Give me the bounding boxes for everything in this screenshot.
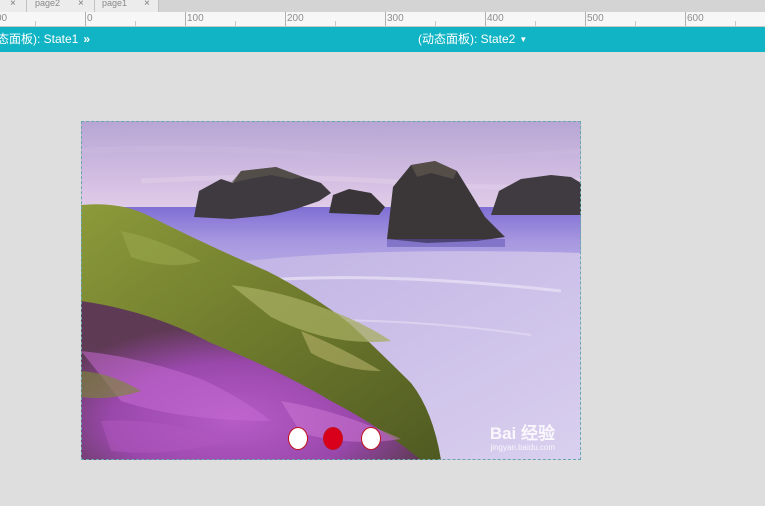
tab-page2[interactable]: page2 × [27,0,95,12]
watermark-logo: Bai 经验 [489,424,555,443]
page-tab-strip: × page2 × page1 × [0,0,765,12]
watermark-url: jingyan.baidu.com [490,443,555,452]
ruler-ticks [35,12,736,26]
coastal-landscape-image [81,121,581,460]
ruler-label: 0 [87,13,93,24]
close-icon[interactable]: × [78,0,84,9]
tab-label: page1 [102,0,128,8]
ruler-label: 00 [0,13,8,24]
slide-dot-1[interactable] [288,427,308,450]
tab-page1[interactable]: page1 × [95,0,159,12]
state1-link[interactable]: 态面板): State1 » [0,27,90,52]
baidu-watermark: Bai 经验 jingyan.baidu.com [490,425,555,452]
ruler-label: 600 [687,13,704,24]
tab-label: page2 [35,0,61,8]
horizontal-ruler: 00 0 100 200 300 400 500 600 [0,12,765,27]
double-chevron-right-icon[interactable]: » [83,32,90,46]
ruler-label: 300 [387,13,404,24]
ruler-label: 100 [187,13,204,24]
panel-state-bar: 态面板): State1 » (动态面板): State2 ▼ [0,27,765,52]
slideshow-panel[interactable]: Bai 经验 jingyan.baidu.com [81,121,581,460]
slide-dot-2[interactable] [323,427,343,450]
state1-label: 态面板): State1 [0,32,79,46]
tab-previous-page[interactable]: × [0,0,27,12]
state2-dropdown[interactable]: (动态面板): State2 ▼ [418,27,527,52]
caret-down-icon[interactable]: ▼ [519,35,527,44]
ruler-label: 200 [287,13,304,24]
ruler-label: 500 [587,13,604,24]
state2-label: (动态面板): State2 [418,32,516,46]
close-icon[interactable]: × [144,0,150,9]
close-icon[interactable]: × [10,0,16,9]
slide-dot-3[interactable] [361,427,381,450]
ruler-label: 400 [487,13,504,24]
